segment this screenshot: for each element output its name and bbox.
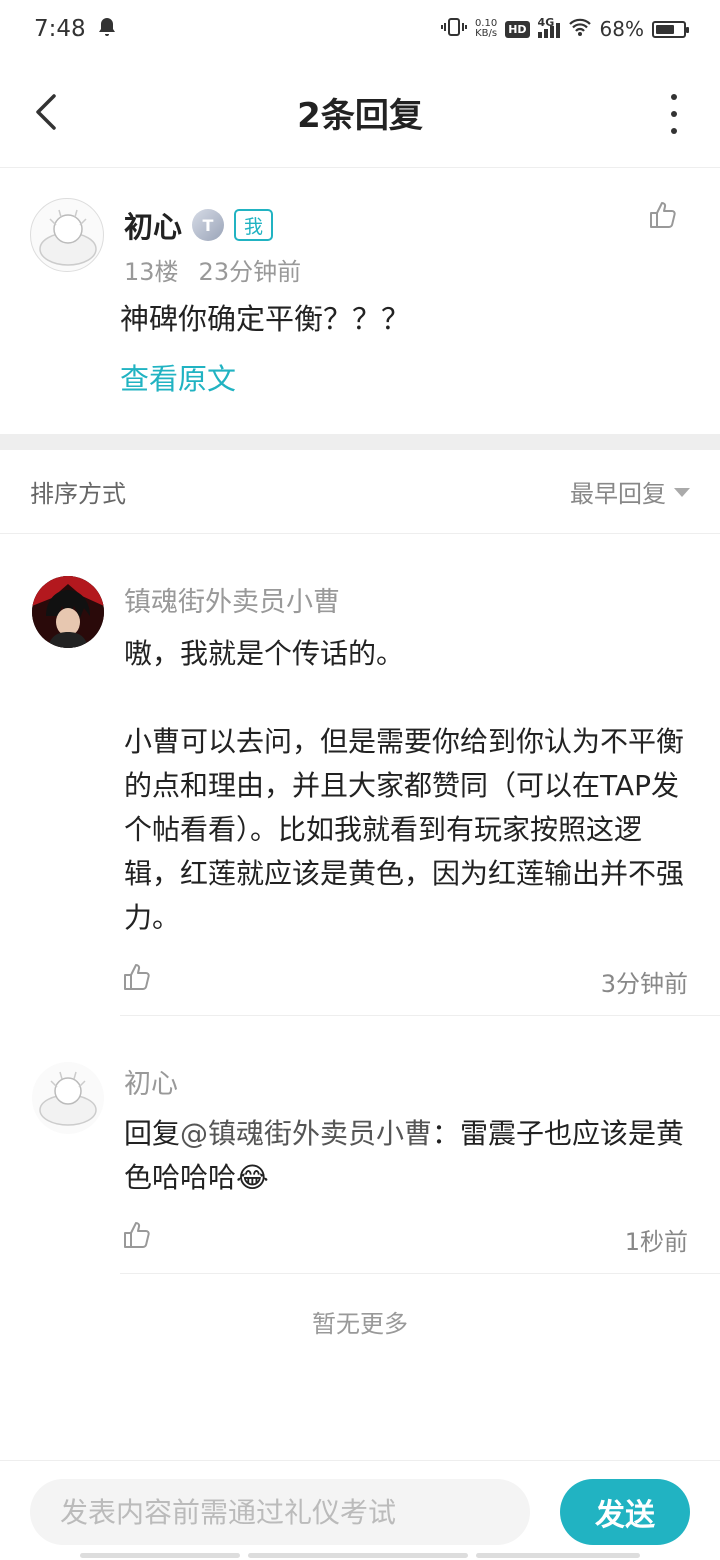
page-title: 2条回复 (297, 96, 423, 136)
status-time: 7:48 (34, 16, 86, 42)
author-name[interactable]: 初心 (124, 204, 182, 246)
comment-input[interactable] (30, 1479, 530, 1545)
comment-meta: 13楼 23分钟前 (124, 252, 301, 287)
sort-label: 排序方式 (30, 480, 126, 508)
more-dot (671, 128, 677, 134)
notification-bell-icon (98, 17, 116, 41)
nav-indicator (80, 1553, 240, 1558)
send-button[interactable]: 发送 (560, 1479, 690, 1545)
me-badge: 我 (234, 209, 274, 241)
comment-text: 神碑你确定平衡？？？ (120, 302, 411, 336)
network-type-label: 4G (537, 16, 555, 29)
floor-number: 13楼 (124, 258, 179, 286)
comment-author: 初心 T 我 (124, 204, 274, 246)
status-bar: 7:48 0.10 KB/s HD 4G 68% (0, 0, 720, 58)
reply-prefix: 回复 (124, 1117, 181, 1150)
reply-paragraph: 小曹可以去问，但是需要你给到你认为不平衡的点和理由，并且大家都赞同（可以在TAP… (124, 725, 685, 934)
thumbs-up-icon[interactable] (122, 962, 152, 992)
comment-composer: 发送 (0, 1460, 720, 1560)
sort-dropdown[interactable]: 最早回复 (570, 474, 690, 509)
avatar[interactable] (32, 1062, 104, 1134)
thumbs-up-icon[interactable] (122, 1220, 152, 1250)
reply-item: 初心 回复@镇魂街外卖员小曹：雷震子也应该是黄色哈哈哈😂 1秒前 (0, 1016, 720, 1274)
reply-text: 嗷，我就是个传话的。 小曹可以去问，但是需要你给到你认为不平衡的点和理由，并且大… (124, 632, 694, 940)
avatar[interactable] (32, 576, 104, 648)
dropdown-triangle-icon (674, 488, 690, 497)
battery-percent: 68% (599, 17, 644, 41)
comment-time: 23分钟前 (198, 258, 302, 286)
reply-time: 3分钟前 (600, 970, 688, 998)
divider (120, 1273, 720, 1274)
original-comment: 初心 T 我 13楼 23分钟前 神碑你确定平衡？？？ 查看原文 (0, 168, 720, 434)
avatar[interactable] (30, 198, 104, 272)
hd-badge: HD (505, 20, 530, 38)
sort-row: 排序方式 最早回复 (0, 450, 720, 534)
wifi-icon (568, 17, 592, 42)
net-speed-unit: KB/s (475, 28, 498, 39)
reply-time: 1秒前 (624, 1228, 688, 1256)
nav-indicator (248, 1553, 468, 1558)
nav-indicator (476, 1553, 640, 1558)
more-dot (671, 111, 677, 117)
top-app-bar: 2条回复 (0, 58, 720, 168)
view-original-link[interactable]: 查看原文 (120, 356, 236, 398)
battery-fill (656, 24, 674, 34)
section-separator (0, 434, 720, 450)
reply-text: 回复@镇魂街外卖员小曹：雷震子也应该是黄色哈哈哈😂 (124, 1112, 694, 1200)
more-vertical-icon (671, 94, 677, 100)
back-arrow-icon (36, 94, 56, 130)
thumbs-up-icon[interactable] (648, 200, 678, 230)
no-more-label: 暂无更多 (312, 1310, 408, 1338)
sort-selected-value: 最早回复 (570, 480, 666, 508)
mention-link[interactable]: @镇魂街外卖员小曹 (180, 1117, 432, 1150)
reply-author[interactable]: 镇魂街外卖员小曹 (124, 580, 340, 619)
signal-icon: 4G (537, 16, 560, 38)
level-badge: T (192, 209, 225, 241)
reply-paragraph: 嗷，我就是个传话的。 (124, 637, 405, 670)
vibrate-icon (440, 17, 467, 42)
back-button[interactable] (28, 90, 64, 134)
net-speed: 0.10 KB/s (475, 19, 497, 39)
more-options-button[interactable] (668, 94, 680, 134)
battery-icon (652, 20, 689, 38)
reply-author[interactable]: 初心 (124, 1062, 178, 1101)
reply-item: 镇魂街外卖员小曹 嗷，我就是个传话的。 小曹可以去问，但是需要你给到你认为不平衡… (0, 534, 720, 1016)
